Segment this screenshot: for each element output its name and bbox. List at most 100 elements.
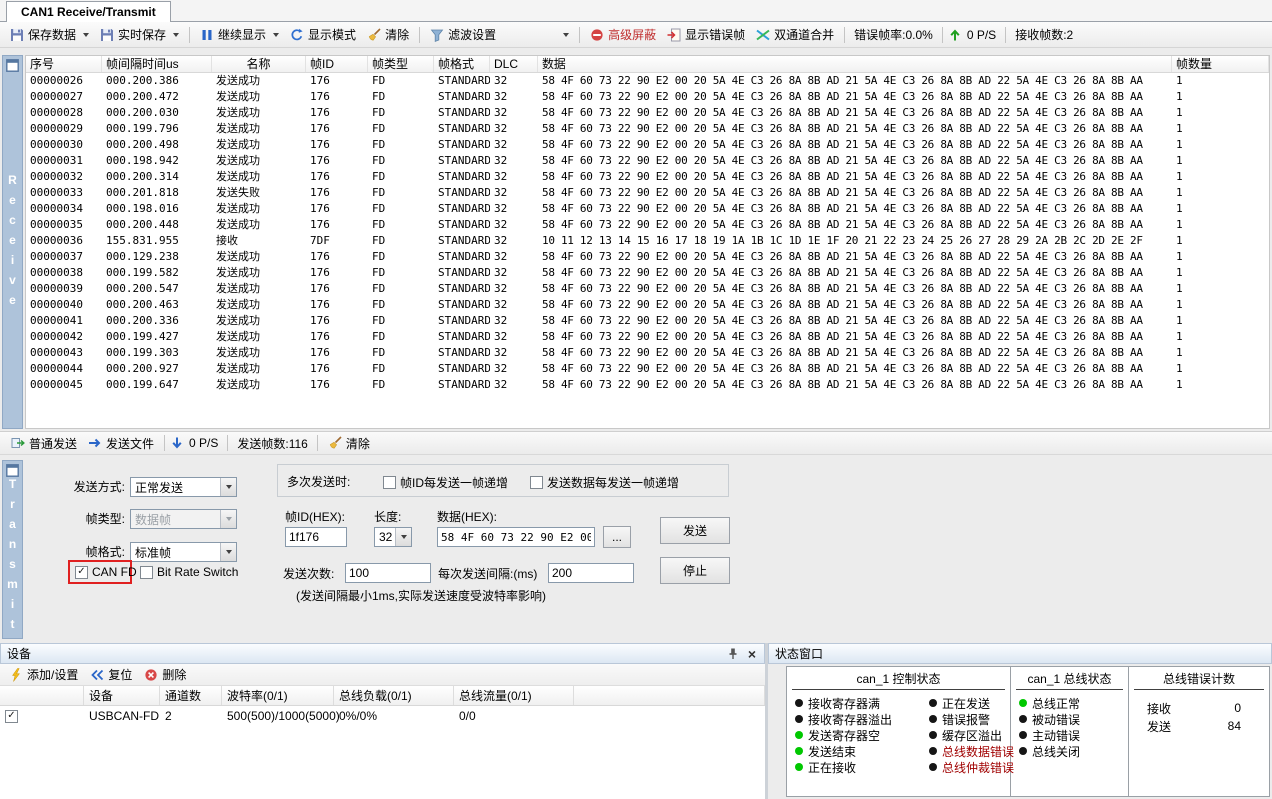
cell-seq: 00000037 — [26, 249, 102, 265]
table-row[interactable]: 00000028000.200.030发送成功176FDSTANDARD3258… — [26, 105, 1269, 121]
frame-format-select[interactable]: 标准帧 — [130, 542, 237, 562]
cell-fmt: STANDARD — [434, 297, 490, 313]
col-frame-format[interactable]: 帧格式 — [434, 56, 490, 72]
table-row[interactable]: 00000033000.201.818发送失败176FDSTANDARD3258… — [26, 185, 1269, 201]
col-bus-flow[interactable]: 总线流量(0/1) — [454, 686, 574, 705]
send-button[interactable]: 发送 — [660, 517, 730, 544]
normal-send-button[interactable]: 普通发送 — [6, 433, 82, 454]
dual-channel-merge-button[interactable]: 双通道合并 — [751, 24, 839, 45]
reset-icon — [90, 668, 104, 682]
table-row[interactable]: 00000030000.200.498发送成功176FDSTANDARD3258… — [26, 137, 1269, 153]
col-frame-type[interactable]: 帧类型 — [368, 56, 434, 72]
send-mode-select[interactable]: 正常发送 — [130, 477, 237, 497]
table-row[interactable]: 00000038000.199.582发送成功176FDSTANDARD3258… — [26, 265, 1269, 281]
save-data-button[interactable]: 保存数据 — [5, 24, 94, 45]
col-baudrate[interactable]: 波特率(0/1) — [222, 686, 334, 705]
cell-type: FD — [368, 281, 434, 297]
merge-icon — [756, 28, 770, 42]
inc-frame-id-checkbox[interactable]: 帧ID每发送一帧递增 — [383, 474, 508, 491]
col-name[interactable]: 名称 — [212, 56, 306, 72]
clear-receive-button[interactable]: 清除 — [362, 24, 414, 45]
col-frame-id[interactable]: 帧ID — [306, 56, 368, 72]
frame-id-input[interactable] — [285, 527, 347, 547]
mask-icon — [590, 28, 604, 42]
cell-seq: 00000040 — [26, 297, 102, 313]
table-row[interactable]: 00000044000.200.927发送成功176FDSTANDARD3258… — [26, 361, 1269, 377]
table-row[interactable]: 00000042000.199.427发送成功176FDSTANDARD3258… — [26, 329, 1269, 345]
receive-tab-strip[interactable]: Receive — [2, 55, 23, 429]
cell-cnt: 1 — [1172, 201, 1269, 217]
data-input[interactable] — [437, 527, 595, 547]
more-data-button[interactable]: ... — [603, 526, 631, 548]
status-dot-icon — [1019, 747, 1027, 755]
clear-transmit-button[interactable]: 清除 — [323, 433, 375, 454]
table-row[interactable]: 00000027000.200.472发送成功176FDSTANDARD3258… — [26, 89, 1269, 105]
cell-seq: 00000045 — [26, 377, 102, 393]
cell-fmt: STANDARD — [434, 73, 490, 89]
status-label: 被动错误 — [1032, 711, 1080, 728]
table-row[interactable]: 00000026000.200.386发送成功176FDSTANDARD3258… — [26, 73, 1269, 89]
table-row[interactable]: 00000032000.200.314发送成功176FDSTANDARD3258… — [26, 169, 1269, 185]
status-dot-icon — [929, 699, 937, 707]
inc-frame-id-label: 帧ID每发送一帧递增 — [400, 474, 508, 491]
display-mode-button[interactable]: 显示模式 — [285, 24, 361, 45]
canfd-checkbox[interactable]: ✓ CAN FD — [75, 565, 137, 579]
col-channels[interactable]: 通道数 — [160, 686, 222, 705]
length-select[interactable]: 32 — [374, 527, 412, 547]
table-row[interactable]: 00000043000.199.303发送成功176FDSTANDARD3258… — [26, 345, 1269, 361]
control-status-col1: 接收寄存器满接收寄存器溢出发送寄存器空发送结束正在接收 — [787, 690, 921, 775]
status-dot-icon — [795, 699, 803, 707]
multi-send-label: 多次发送时: — [287, 475, 350, 489]
cell-data: 58 4F 60 73 22 90 E2 00 20 5A 4E C3 26 8… — [538, 265, 1172, 281]
table-row[interactable]: 00000029000.199.796发送成功176FDSTANDARD3258… — [26, 121, 1269, 137]
table-row[interactable]: 00000045000.199.647发送成功176FDSTANDARD3258… — [26, 377, 1269, 393]
table-row[interactable]: 00000035000.200.448发送成功176FDSTANDARD3258… — [26, 217, 1269, 233]
col-frame-count[interactable]: 帧数量 — [1172, 56, 1269, 72]
table-row[interactable]: 00000037000.129.238发送成功176FDSTANDARD3258… — [26, 249, 1269, 265]
table-row[interactable]: 00000031000.198.942发送成功176FDSTANDARD3258… — [26, 153, 1269, 169]
cell-dlc: 32 — [490, 313, 538, 329]
send-times-input[interactable] — [345, 563, 431, 583]
cell-dlc: 32 — [490, 73, 538, 89]
reset-button[interactable]: 复位 — [85, 664, 137, 685]
col-dlc[interactable]: DLC — [490, 56, 538, 72]
cell-id: 176 — [306, 185, 368, 201]
realtime-save-button[interactable]: 实时保存 — [95, 24, 184, 45]
table-row[interactable]: 00000034000.198.016发送成功176FDSTANDARD3258… — [26, 201, 1269, 217]
lightning-icon — [9, 668, 23, 682]
tab-can1-receive-transmit[interactable]: CAN1 Receive/Transmit — [6, 1, 171, 22]
device-checkbox[interactable]: ✓ — [5, 710, 18, 723]
frame-type-select[interactable]: 数据帧 — [130, 509, 237, 529]
col-seq[interactable]: 序号 — [26, 56, 102, 72]
advanced-mask-button[interactable]: 高级屏蔽 — [585, 24, 661, 45]
show-error-frame-button[interactable]: 显示错误帧 — [662, 24, 750, 45]
continue-display-button[interactable]: 继续显示 — [195, 24, 284, 45]
table-row[interactable]: 00000036155.831.955接收7DFFDSTANDARD3210 1… — [26, 233, 1269, 249]
close-icon[interactable]: × — [746, 647, 758, 661]
send-mode-value: 正常发送 — [131, 479, 220, 496]
add-settings-button[interactable]: 添加/设置 — [4, 664, 83, 685]
checkbox-icon — [530, 476, 543, 489]
transmit-tab-strip[interactable]: Transmit — [2, 460, 23, 639]
col-bus-load[interactable]: 总线负载(0/1) — [334, 686, 454, 705]
pin-icon[interactable] — [726, 647, 740, 661]
inc-data-checkbox[interactable]: 发送数据每发送一帧递增 — [530, 474, 679, 491]
col-interval[interactable]: 帧间隔时间us — [102, 56, 212, 72]
filter-settings-dropdown[interactable]: 滤波设置 — [425, 24, 574, 45]
status-item: 总线正常 — [1019, 695, 1128, 711]
toolbar-separator — [164, 435, 165, 451]
send-file-button[interactable]: 发送文件 — [83, 433, 159, 454]
bitrate-switch-checkbox[interactable]: Bit Rate Switch — [140, 565, 238, 579]
table-row[interactable]: 00000040000.200.463发送成功176FDSTANDARD3258… — [26, 297, 1269, 313]
device-row[interactable]: ✓ USBCAN-FD 2 500(500)/1000(5000) 0%/0% … — [0, 706, 765, 726]
transmit-toolbar: 普通发送 发送文件 0 P/S 发送帧数:116 清除 — [0, 431, 1272, 455]
cell-id: 176 — [306, 297, 368, 313]
delete-button[interactable]: 删除 — [139, 664, 191, 685]
col-device[interactable]: 设备 — [84, 686, 160, 705]
send-interval-input[interactable] — [548, 563, 634, 583]
cell-data: 58 4F 60 73 22 90 E2 00 20 5A 4E C3 26 8… — [538, 217, 1172, 233]
table-row[interactable]: 00000039000.200.547发送成功176FDSTANDARD3258… — [26, 281, 1269, 297]
stop-button[interactable]: 停止 — [660, 557, 730, 584]
table-row[interactable]: 00000041000.200.336发送成功176FDSTANDARD3258… — [26, 313, 1269, 329]
col-data[interactable]: 数据 — [538, 56, 1172, 72]
